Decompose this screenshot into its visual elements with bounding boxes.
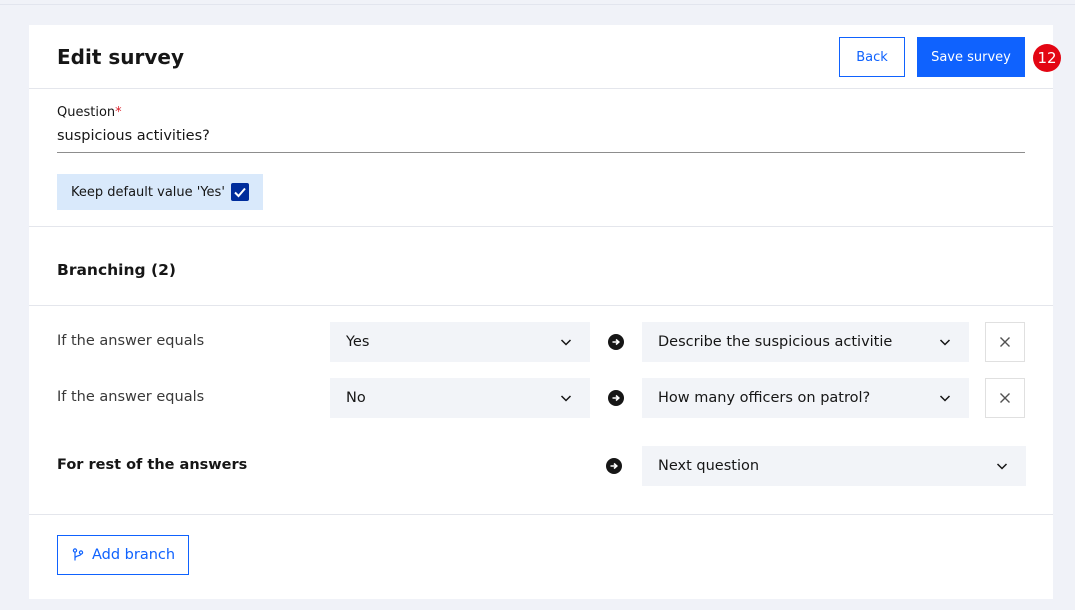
edit-survey-card: Edit survey Back Save survey 12 Question… bbox=[29, 25, 1061, 599]
add-branch-label: Add branch bbox=[92, 547, 176, 563]
save-survey-button[interactable]: Save survey bbox=[917, 37, 1025, 77]
branch-answer-value: Yes bbox=[346, 334, 370, 350]
step-badge: 12 bbox=[1033, 44, 1061, 72]
back-button[interactable]: Back bbox=[839, 37, 905, 77]
keep-default-toggle[interactable]: Keep default value 'Yes' bbox=[57, 174, 263, 210]
arrow-right-icon bbox=[608, 334, 624, 350]
branch-icon bbox=[72, 548, 84, 561]
remove-branch-button[interactable] bbox=[985, 322, 1025, 362]
question-label-text: Question bbox=[57, 105, 116, 120]
branching-title: Branching (2) bbox=[57, 261, 176, 279]
branch-answer-value: No bbox=[346, 390, 366, 406]
section-divider bbox=[29, 305, 1053, 306]
close-icon bbox=[1000, 337, 1010, 347]
required-mark: * bbox=[115, 105, 122, 120]
page-title: Edit survey bbox=[57, 45, 185, 69]
question-label: Question* bbox=[57, 105, 122, 120]
question-input[interactable]: suspicious activities? bbox=[57, 125, 1025, 153]
branch-target-select[interactable]: Describe the suspicious activitie bbox=[642, 322, 969, 362]
checkmark-icon bbox=[234, 187, 246, 198]
keep-default-checkbox[interactable] bbox=[231, 183, 249, 201]
branch-condition-label: If the answer equals bbox=[57, 389, 205, 405]
chevron-down-icon bbox=[560, 339, 572, 346]
rest-target-value: Next question bbox=[658, 458, 760, 474]
remove-branch-button[interactable] bbox=[985, 378, 1025, 418]
arrow-right-icon bbox=[606, 458, 622, 474]
close-icon bbox=[1000, 393, 1010, 403]
branch-answer-select[interactable]: No bbox=[330, 378, 590, 418]
chevron-down-icon bbox=[939, 339, 951, 346]
branch-condition-label: If the answer equals bbox=[57, 333, 205, 349]
top-divider bbox=[0, 4, 1075, 5]
keep-default-label: Keep default value 'Yes' bbox=[71, 184, 225, 200]
add-branch-button[interactable]: Add branch bbox=[57, 535, 189, 575]
branch-target-value: Describe the suspicious activitie bbox=[658, 334, 893, 350]
rest-target-select[interactable]: Next question bbox=[642, 446, 1026, 486]
branch-target-value: How many officers on patrol? bbox=[658, 390, 871, 406]
branch-target-select[interactable]: How many officers on patrol? bbox=[642, 378, 969, 418]
branch-answer-select[interactable]: Yes bbox=[330, 322, 590, 362]
rest-answers-label: For rest of the answers bbox=[57, 457, 248, 473]
arrow-right-icon bbox=[608, 390, 624, 406]
chevron-down-icon bbox=[996, 463, 1008, 470]
card-header: Edit survey Back Save survey 12 bbox=[29, 25, 1061, 89]
chevron-down-icon bbox=[560, 395, 572, 402]
section-divider bbox=[29, 514, 1053, 515]
section-divider bbox=[29, 226, 1053, 227]
chevron-down-icon bbox=[939, 395, 951, 402]
